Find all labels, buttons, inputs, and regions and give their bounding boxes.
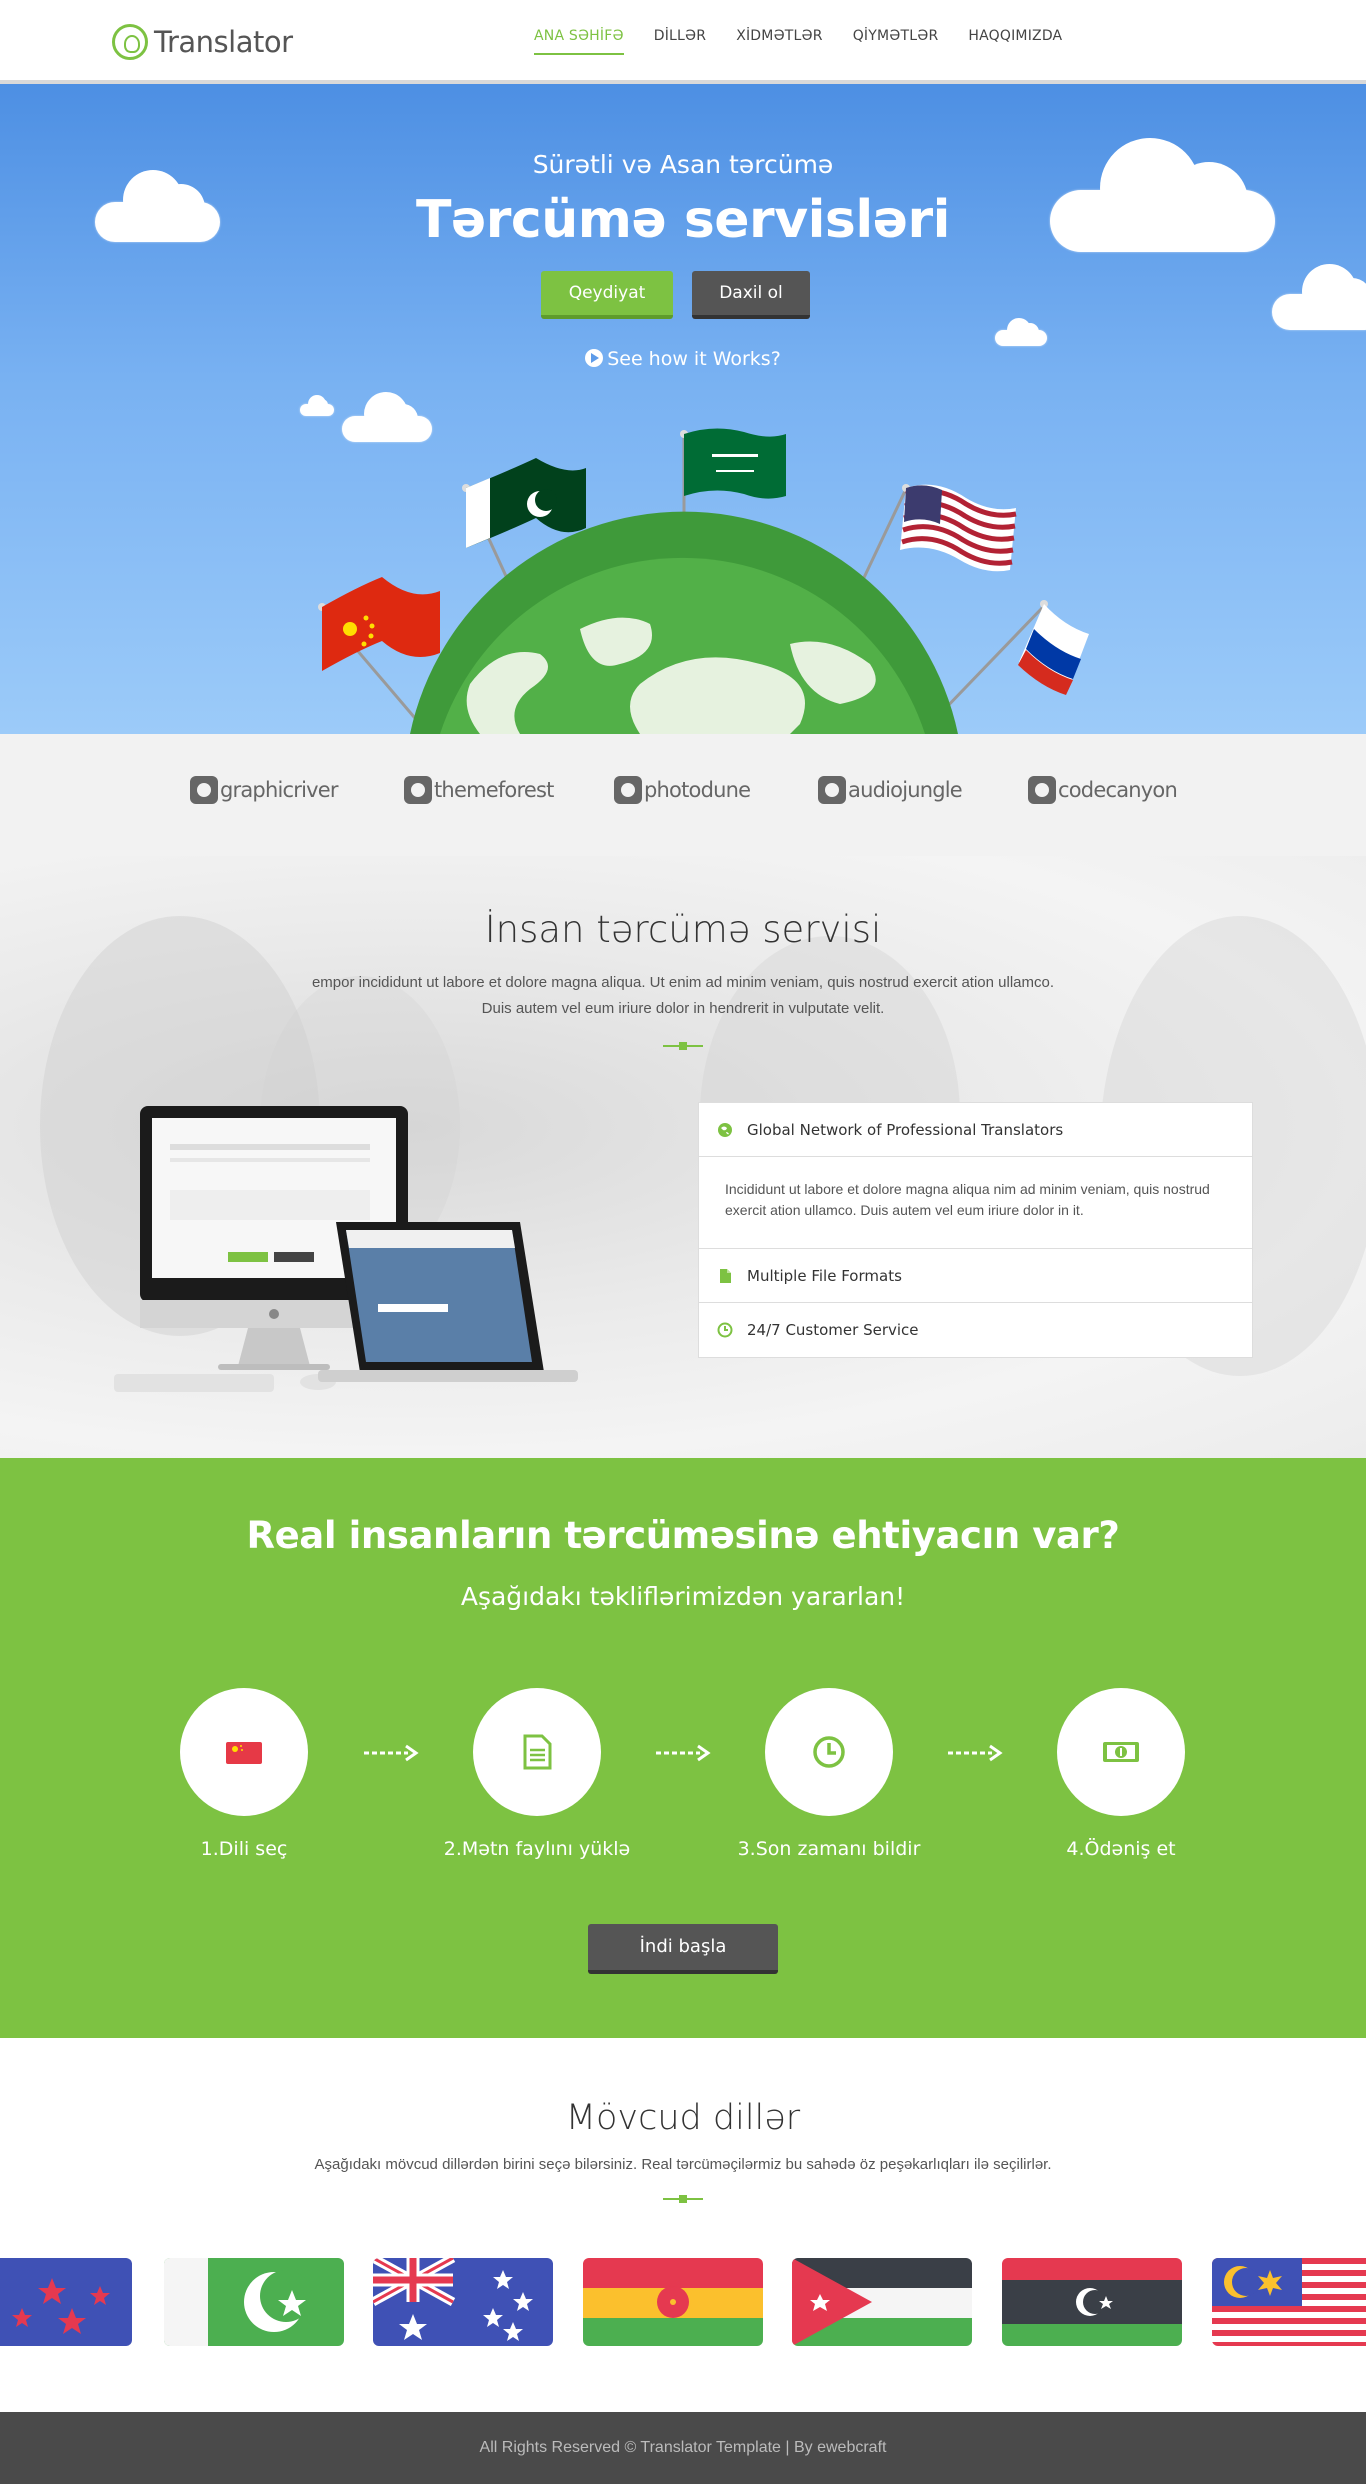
login-button[interactable]: Daxil ol: [692, 271, 810, 319]
section-divider: [663, 2195, 703, 2203]
top-navbar: Translator ANA SƏHİFƏ DİLLƏR XİDMƏTLƏR Q…: [0, 0, 1366, 84]
money-icon: [1103, 1742, 1139, 1762]
step-label: 2.Mətn faylını yüklə: [443, 1838, 631, 1860]
section-title: Mövcud dillər: [565, 2098, 801, 2138]
hero-subtitle: Sürətli və Asan tərcümə: [532, 150, 834, 179]
audiojungle-icon: [818, 776, 846, 804]
clock-icon: [813, 1736, 845, 1768]
step-upload-text[interactable]: [473, 1688, 601, 1816]
footer-text: All Rights Reserved © Translator Templat…: [479, 2439, 887, 2456]
flag-pakistan[interactable]: [164, 2258, 344, 2346]
logo[interactable]: Translator: [112, 22, 293, 62]
arrow-right-icon: [656, 1744, 711, 1762]
section-text-line2: Duis autem vel eum iriure dolor in hendr…: [481, 1000, 885, 1017]
hero-section: Sürətli və Asan tərcümə Tərcümə servislə…: [0, 84, 1366, 734]
partner-photodune[interactable]: photodune: [614, 776, 751, 804]
arrow-right-icon: [948, 1744, 1003, 1762]
partner-audiojungle[interactable]: audiojungle: [818, 776, 963, 804]
accordion-item-title: 24/7 Customer Service: [747, 1321, 919, 1339]
footer: All Rights Reserved © Translator Templat…: [0, 2412, 1366, 2484]
partner-graphicriver[interactable]: graphicriver: [190, 776, 339, 804]
cta-title: Real insanların tərcüməsinə ehtiyacın va…: [246, 1514, 1120, 1557]
accordion-item-title: Global Network of Professional Translato…: [747, 1120, 1064, 1139]
nav-item-home[interactable]: ANA SƏHİFƏ: [534, 28, 624, 55]
start-now-button[interactable]: İndi başla: [588, 1924, 778, 1974]
nav-item-prices[interactable]: QİYMƏTLƏR: [853, 28, 939, 55]
step-label: 1.Dili seç: [200, 1838, 288, 1860]
nav-item-services[interactable]: XİDMƏTLƏR: [736, 28, 823, 55]
flag-icon: [226, 1742, 262, 1764]
document-icon: [523, 1734, 552, 1770]
cta-section: Real insanların tərcüməsinə ehtiyacın va…: [0, 1458, 1366, 2038]
human-translation-section: İnsan tərcümə servisi empor incididunt u…: [0, 856, 1366, 1458]
graphicriver-icon: [190, 776, 218, 804]
partner-label: audiojungle: [848, 778, 963, 802]
flag-jordan[interactable]: [792, 2258, 972, 2346]
themeforest-icon: [404, 776, 432, 804]
logo-icon: [112, 24, 148, 60]
accordion-item-file-formats[interactable]: Multiple File Formats: [699, 1249, 1252, 1303]
flag-new-zealand[interactable]: [0, 2258, 132, 2346]
register-button[interactable]: Qeydiyat: [541, 271, 673, 319]
codecanyon-icon: [1028, 776, 1056, 804]
section-text: Aşağıdakı mövcud dillərdən birini seçə b…: [314, 2156, 1052, 2173]
partner-label: photodune: [644, 778, 751, 802]
partner-label: codecanyon: [1058, 778, 1178, 802]
arrow-right-icon: [364, 1744, 419, 1762]
flag-libya[interactable]: [1002, 2258, 1182, 2346]
how-it-works-link[interactable]: See how it Works?: [0, 348, 1366, 370]
step-payment[interactable]: [1057, 1688, 1185, 1816]
main-menu: ANA SƏHİFƏ DİLLƏR XİDMƏTLƏR QİYMƏTLƏR HA…: [534, 28, 1092, 55]
globe-with-flags-illustration: [318, 428, 1089, 734]
flag-australia[interactable]: [373, 2258, 553, 2346]
partner-themeforest[interactable]: themeforest: [404, 776, 554, 804]
step-set-deadline[interactable]: [765, 1688, 893, 1816]
logo-text: Translator: [154, 25, 293, 59]
partner-label: themeforest: [434, 778, 554, 802]
partners-bar: graphicriver themeforest photodune audio…: [0, 734, 1366, 856]
step-select-language[interactable]: [180, 1688, 308, 1816]
languages-section: Mövcud dillər Aşağıdakı mövcud dillərdən…: [0, 2038, 1366, 2412]
step-label: 4.Ödəniş et: [1066, 1838, 1176, 1860]
accordion-item-body: Incididunt ut labore et dolore magna ali…: [699, 1157, 1252, 1249]
accordion-item-global-network[interactable]: Global Network of Professional Translato…: [699, 1103, 1252, 1157]
file-icon: [720, 1268, 731, 1283]
section-divider: [663, 1042, 703, 1050]
cta-subtitle: Aşağıdakı təkliflərimizdən yararlan!: [460, 1582, 906, 1611]
section-text-line1: empor incididunt ut labore et dolore mag…: [311, 974, 1055, 991]
photodune-icon: [614, 776, 642, 804]
play-circle-icon: [585, 349, 604, 367]
devices-illustration: [114, 1106, 578, 1392]
nav-item-languages[interactable]: DİLLƏR: [654, 28, 706, 55]
partner-codecanyon[interactable]: codecanyon: [1028, 776, 1178, 804]
nav-item-about[interactable]: HAQQIMIZDA: [968, 28, 1062, 55]
flag-malaysia[interactable]: [1212, 2258, 1366, 2346]
step-label: 3.Son zamanı bildir: [737, 1838, 921, 1860]
globe-icon: [718, 1122, 732, 1137]
partner-label: graphicriver: [220, 778, 339, 802]
how-it-works-label: See how it Works?: [607, 348, 781, 370]
accordion-item-title: Multiple File Formats: [747, 1266, 902, 1285]
flag-bolivia[interactable]: [583, 2258, 763, 2346]
accordion-item-customer-service[interactable]: 24/7 Customer Service: [699, 1303, 1252, 1357]
section-title: İnsan tərcümə servisi: [484, 908, 882, 951]
features-accordion: Global Network of Professional Translato…: [698, 1102, 1253, 1358]
clock-icon: [717, 1322, 733, 1338]
hero-title: Tərcümə servisləri: [416, 190, 950, 250]
